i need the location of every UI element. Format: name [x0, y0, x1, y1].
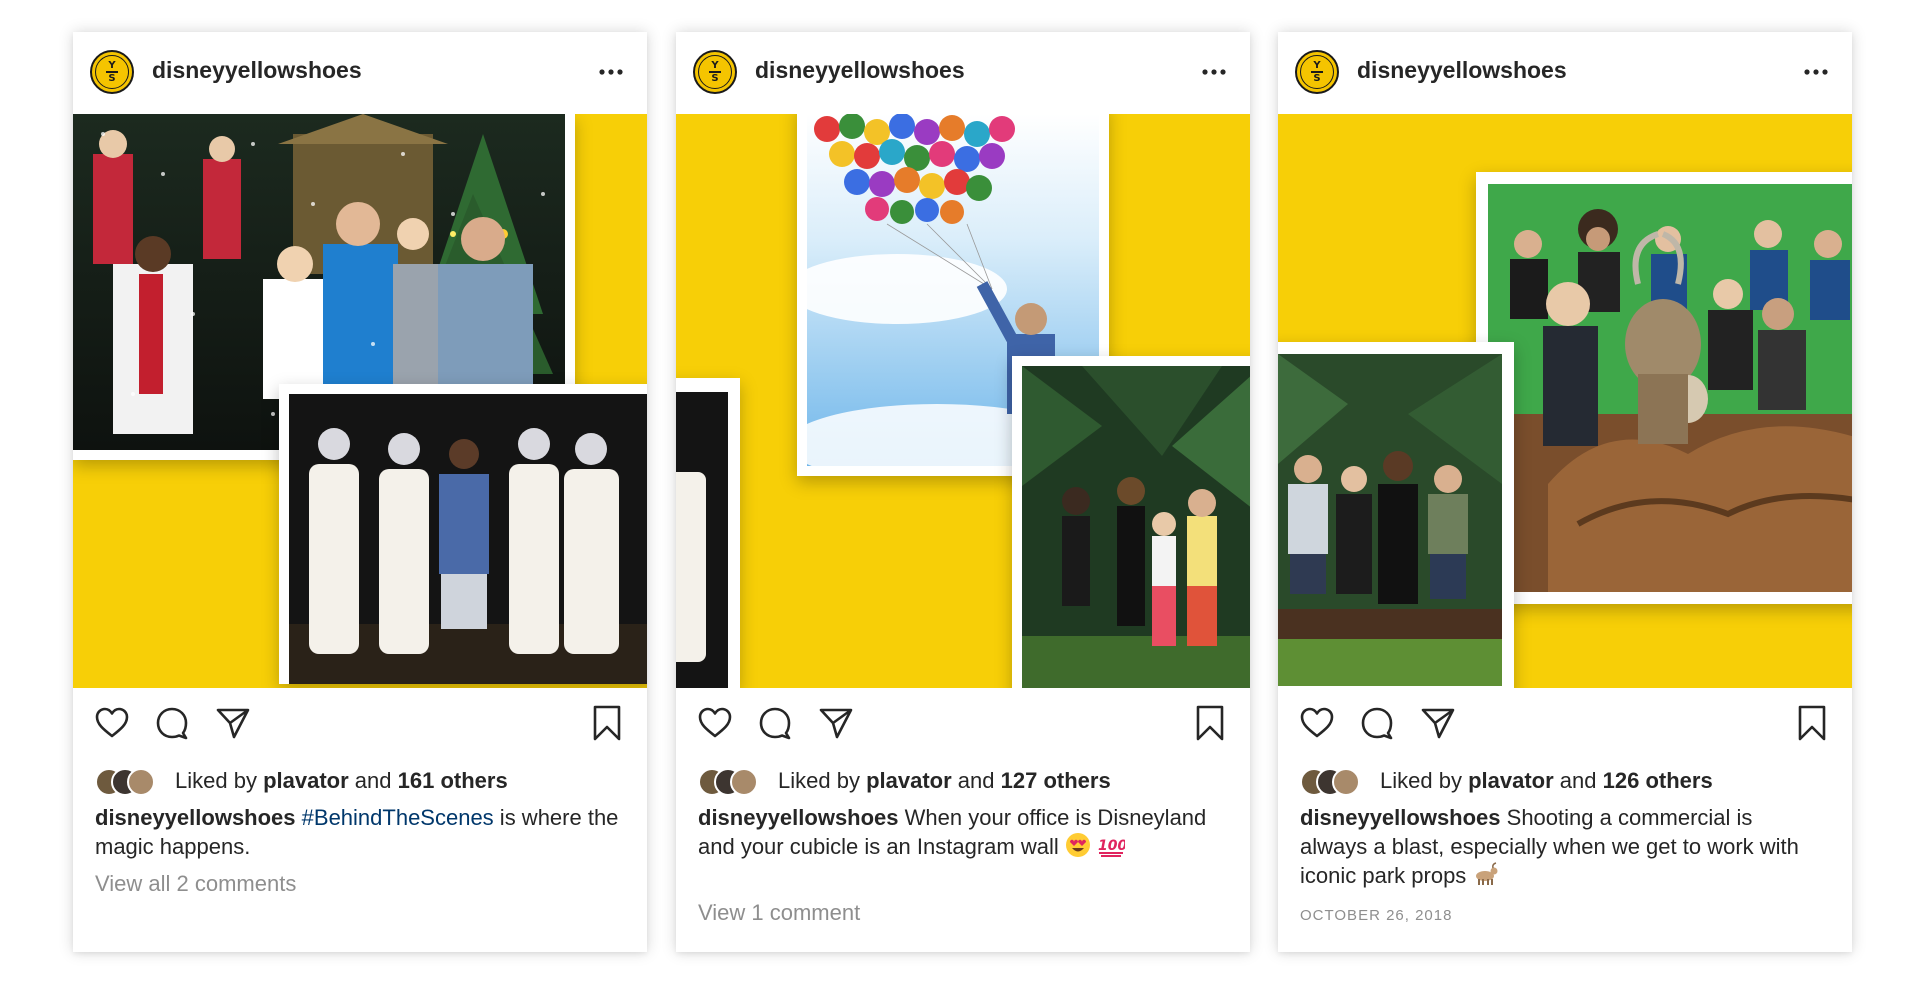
heart-icon	[95, 707, 129, 738]
like-button[interactable]	[1298, 704, 1336, 742]
post-caption: disneyyellowshoes Shooting a commercial …	[1300, 803, 1825, 890]
liked-by-and: and	[1559, 768, 1597, 793]
liked-by-and: and	[957, 768, 995, 793]
liked-by-user[interactable]: plavator	[866, 768, 952, 794]
liker-avatar	[1332, 768, 1360, 796]
bookmark-icon	[1196, 705, 1224, 741]
heart-icon	[698, 707, 732, 738]
lawn-group-photo	[1278, 342, 1514, 688]
lawn-group-photo-art	[1278, 354, 1502, 686]
post-caption: disneyyellowshoes #BehindTheScenes is wh…	[95, 803, 620, 861]
more-options-icon[interactable]	[1802, 62, 1830, 82]
hashtag-link[interactable]: #BehindTheScenes	[302, 805, 494, 830]
jungle-group-photo-art	[1022, 366, 1250, 688]
stage-photo-edge	[676, 378, 740, 688]
jungle-group-photo	[1012, 356, 1250, 688]
comment-button[interactable]	[756, 704, 794, 742]
likes-summary[interactable]: Liked by plavator and 126 others	[1300, 766, 1713, 796]
save-button[interactable]	[588, 704, 626, 742]
profile-avatar[interactable]: YS	[90, 50, 134, 94]
liked-by-prefix: Liked by	[1380, 768, 1462, 793]
share-button[interactable]	[817, 704, 855, 742]
stage-photo	[279, 384, 647, 684]
bookmark-icon	[593, 705, 621, 741]
share-button[interactable]	[1419, 704, 1457, 742]
share-icon	[1421, 708, 1455, 739]
share-icon	[216, 708, 250, 739]
post-actions	[1278, 688, 1852, 758]
more-options-icon[interactable]	[597, 62, 625, 82]
more-options-icon[interactable]	[1200, 62, 1228, 82]
liked-by-user[interactable]: plavator	[263, 768, 349, 794]
likes-summary[interactable]: Liked by plavator and 127 others	[698, 766, 1111, 796]
heart-icon	[1300, 707, 1334, 738]
likes-summary[interactable]: Liked by plavator and 161 others	[95, 766, 508, 796]
post-card: YS disneyyellowshoes Liked by plavator a…	[73, 32, 647, 952]
like-button[interactable]	[93, 704, 131, 742]
like-button[interactable]	[696, 704, 734, 742]
stage-photo-art	[289, 394, 647, 684]
liked-by-and: and	[354, 768, 392, 793]
liker-avatars	[698, 768, 768, 796]
svg-text:100: 100	[1098, 838, 1125, 854]
post-actions	[676, 688, 1250, 758]
yellow-shoes-logo: YS	[698, 55, 732, 89]
hundred-points-emoji: 100	[1098, 838, 1125, 857]
liker-avatar	[127, 768, 155, 796]
username-link[interactable]: disneyyellowshoes	[755, 57, 965, 84]
liker-avatars	[1300, 768, 1370, 796]
comment-icon	[156, 707, 188, 740]
liked-by-others[interactable]: 161 others	[398, 768, 508, 794]
caption-username[interactable]: disneyyellowshoes	[95, 805, 296, 830]
liked-by-others[interactable]: 126 others	[1603, 768, 1713, 794]
username-link[interactable]: disneyyellowshoes	[152, 57, 362, 84]
post-header: YS disneyyellowshoes	[676, 32, 1250, 114]
comment-button[interactable]	[153, 704, 191, 742]
post-date: OCTOBER 26, 2018	[1300, 907, 1453, 924]
post-image[interactable]	[73, 114, 647, 688]
heart-eyes-emoji	[1065, 833, 1090, 857]
liked-by-prefix: Liked by	[778, 768, 860, 793]
view-comments-link[interactable]: View 1 comment	[698, 900, 860, 926]
bookmark-icon	[1798, 705, 1826, 741]
username-link[interactable]: disneyyellowshoes	[1357, 57, 1567, 84]
post-image[interactable]	[1278, 114, 1852, 688]
green-screen-photo-art	[1488, 184, 1852, 592]
liked-by-user[interactable]: plavator	[1468, 768, 1554, 794]
share-icon	[819, 708, 853, 739]
profile-avatar[interactable]: YS	[693, 50, 737, 94]
liker-avatars	[95, 768, 165, 796]
profile-avatar[interactable]: YS	[1295, 50, 1339, 94]
view-comments-link[interactable]: View all 2 comments	[95, 871, 296, 897]
stage-photo-edge-art	[676, 392, 728, 688]
yellow-shoes-logo: YS	[1300, 55, 1334, 89]
comment-icon	[1361, 707, 1393, 740]
post-card: YS disneyyellowshoes Liked by plavator a…	[676, 32, 1250, 952]
post-card: YS disneyyellowshoes Liked by plavator a…	[1278, 32, 1852, 952]
post-caption: disneyyellowshoes When your office is Di…	[698, 803, 1223, 861]
post-header: YS disneyyellowshoes	[73, 32, 647, 114]
yellow-shoes-logo: YS	[95, 55, 129, 89]
caption-username[interactable]: disneyyellowshoes	[698, 805, 899, 830]
liked-by-prefix: Liked by	[175, 768, 257, 793]
comment-button[interactable]	[1358, 704, 1396, 742]
comment-icon	[759, 707, 791, 740]
post-actions	[73, 688, 647, 758]
post-header: YS disneyyellowshoes	[1278, 32, 1852, 114]
goat-emoji	[1476, 862, 1498, 885]
save-button[interactable]	[1191, 704, 1229, 742]
post-image[interactable]	[676, 114, 1250, 688]
green-screen-photo	[1476, 172, 1852, 604]
save-button[interactable]	[1793, 704, 1831, 742]
liked-by-others[interactable]: 127 others	[1001, 768, 1111, 794]
share-button[interactable]	[214, 704, 252, 742]
caption-username[interactable]: disneyyellowshoes	[1300, 805, 1501, 830]
liker-avatar	[730, 768, 758, 796]
